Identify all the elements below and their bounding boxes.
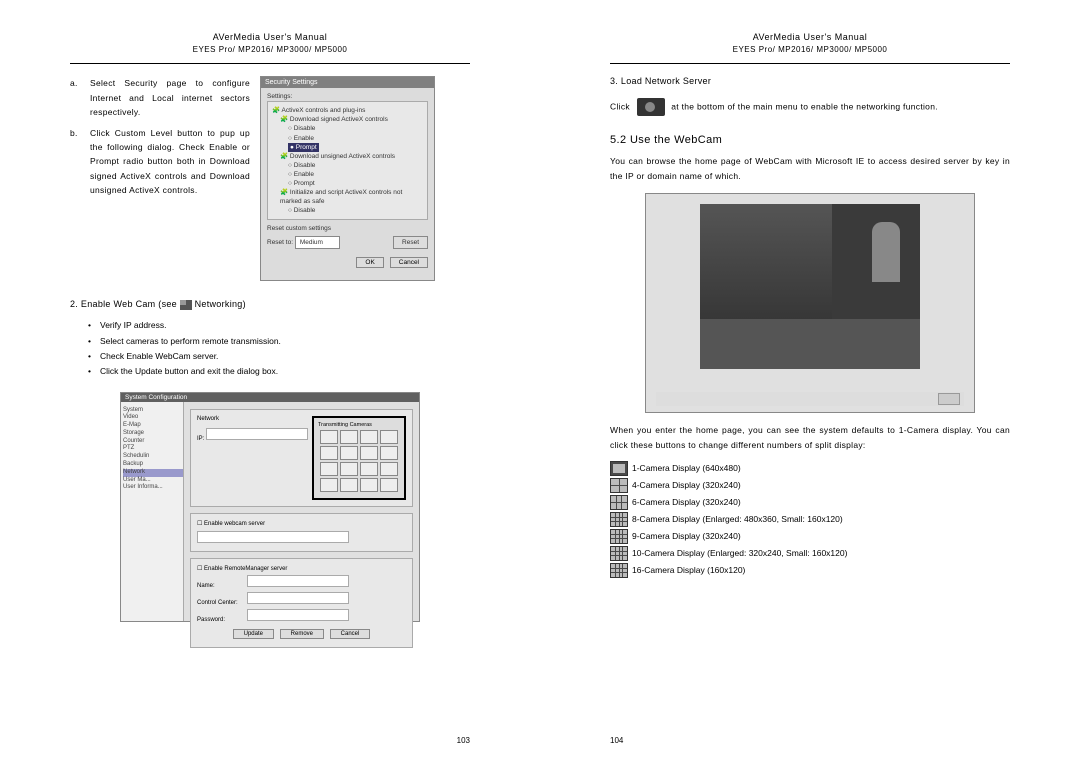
update-button[interactable]: Update bbox=[233, 629, 274, 639]
item-a-label: a. bbox=[70, 76, 90, 119]
page-header: AVerMedia User's Manual EYES Pro/ MP2016… bbox=[70, 30, 470, 64]
item-a: a. Select Security page to configure Int… bbox=[70, 76, 250, 119]
bullet-3: Check Enable WebCam server. bbox=[100, 349, 470, 364]
activex-group: 🧩 ActiveX controls and plug-ins 🧩 Downlo… bbox=[267, 101, 428, 220]
group1a-title: Download signed ActiveX controls bbox=[290, 116, 388, 123]
item-a-text: Select Security page to configure Intern… bbox=[90, 76, 250, 119]
sysconf-tree: System Video E-Map Storage Counter PTZ S… bbox=[121, 393, 184, 621]
cc-field[interactable] bbox=[247, 592, 349, 604]
bullet-1: Verify IP address. bbox=[100, 318, 470, 333]
webcam-toolbar bbox=[656, 392, 964, 406]
dialog-body: Settings: 🧩 ActiveX controls and plug-in… bbox=[261, 88, 434, 254]
ok-button[interactable]: OK bbox=[356, 257, 383, 268]
pw-field[interactable] bbox=[247, 609, 349, 621]
display-10: 10-Camera Display (Enlarged: 320x240, Sm… bbox=[632, 548, 847, 558]
network-server-icon bbox=[637, 98, 665, 116]
disable-radio-3[interactable]: Disable bbox=[288, 206, 423, 215]
display-8: 8-Camera Display (Enlarged: 480x360, Sma… bbox=[632, 514, 843, 524]
grid-4-icon bbox=[610, 478, 628, 493]
header-line-2-r: EYES Pro/ MP2016/ MP3000/ MP5000 bbox=[610, 44, 1010, 57]
prompt-radio-2[interactable]: Prompt bbox=[288, 179, 423, 188]
grid-16-icon bbox=[610, 563, 628, 578]
ws-field[interactable] bbox=[197, 531, 349, 543]
prompt-radio-selected[interactable]: Prompt bbox=[288, 143, 319, 152]
grid-8-icon bbox=[610, 512, 628, 527]
page-number-104: 104 bbox=[610, 736, 623, 745]
system-config-screenshot: System Configuration System Video E-Map … bbox=[120, 392, 420, 622]
display-1: 1-Camera Display (640x480) bbox=[632, 463, 741, 473]
grid-10-icon bbox=[610, 546, 628, 561]
display-16: 16-Camera Display (160x120) bbox=[632, 565, 745, 575]
item-b-text: Click Custom Level button to pup up the … bbox=[90, 126, 250, 198]
disable-radio[interactable]: Disable bbox=[288, 124, 423, 133]
step-2-bullets: Verify IP address. Select cameras to per… bbox=[70, 318, 470, 379]
header-line-2: EYES Pro/ MP2016/ MP3000/ MP5000 bbox=[70, 44, 470, 57]
display-mode-list: 1-Camera Display (640x480) 4-Camera Disp… bbox=[610, 460, 1010, 579]
display-4: 4-Camera Display (320x240) bbox=[632, 480, 741, 490]
sysconf-main: Network Transmitting Cameras IP: ☐ Enabl… bbox=[184, 393, 419, 621]
name-field[interactable] bbox=[247, 575, 349, 587]
manual-page-103: AVerMedia User's Manual EYES Pro/ MP2016… bbox=[0, 0, 540, 763]
group1-title: ActiveX controls and plug-ins bbox=[282, 107, 366, 114]
camera-grid: Transmitting Cameras bbox=[312, 416, 406, 500]
disable-radio-2[interactable]: Disable bbox=[288, 161, 423, 170]
item-b-label: b. bbox=[70, 126, 90, 198]
manual-page-104: AVerMedia User's Manual EYES Pro/ MP2016… bbox=[540, 0, 1080, 763]
top-section: a. Select Security page to configure Int… bbox=[70, 76, 470, 281]
webcam-video-frame bbox=[700, 204, 920, 369]
reset-custom-settings: Reset custom settings bbox=[267, 224, 428, 233]
section-5-2-text: You can browse the home page of WebCam w… bbox=[610, 154, 1010, 183]
step-3-text: Click at the bottom of the main menu to … bbox=[610, 98, 1010, 116]
grid-9-icon bbox=[610, 529, 628, 544]
grid-1-icon bbox=[610, 461, 628, 476]
page-header-right: AVerMedia User's Manual EYES Pro/ MP2016… bbox=[610, 30, 1010, 64]
after-image-text: When you enter the home page, you can se… bbox=[610, 423, 1010, 452]
webcam-toolbar-button[interactable] bbox=[938, 393, 960, 405]
cancel-button-2[interactable]: Cancel bbox=[330, 629, 371, 639]
page-number-103: 103 bbox=[457, 736, 470, 745]
enable-radio[interactable]: Enable bbox=[288, 134, 423, 143]
settings-label: Settings: bbox=[267, 92, 428, 101]
remote-manager-group: ☐ Enable RemoteManager server Name: Cont… bbox=[190, 558, 413, 648]
reset-level-select[interactable]: Medium bbox=[295, 236, 340, 249]
header-line-1-r: AVerMedia User's Manual bbox=[610, 30, 1010, 44]
group1c-title: Initialize and script ActiveX controls n… bbox=[280, 189, 402, 205]
reset-to-label: Reset to: bbox=[267, 239, 293, 246]
display-9: 9-Camera Display (320x240) bbox=[632, 531, 741, 541]
instruction-list: a. Select Security page to configure Int… bbox=[70, 76, 250, 281]
security-settings-dialog-screenshot: Security Settings Settings: 🧩 ActiveX co… bbox=[260, 76, 435, 281]
bullet-4: Click the Update button and exit the dia… bbox=[100, 364, 470, 379]
grid-6-icon bbox=[610, 495, 628, 510]
enable-radio-2[interactable]: Enable bbox=[288, 170, 423, 179]
step-2-heading: 2. Enable Web Cam (see Networking) bbox=[70, 299, 470, 310]
step-3-heading: 3. Load Network Server bbox=[610, 76, 1010, 86]
cancel-button[interactable]: Cancel bbox=[390, 257, 428, 268]
network-label: Network bbox=[197, 416, 219, 422]
section-5-2-heading: 5.2 Use the WebCam bbox=[610, 134, 1010, 146]
dialog-title: Security Settings bbox=[261, 77, 434, 88]
webcam-browser-screenshot bbox=[645, 193, 975, 413]
group1b-title: Download unsigned ActiveX controls bbox=[290, 153, 395, 160]
bullet-2: Select cameras to perform remote transmi… bbox=[100, 334, 470, 349]
remove-button[interactable]: Remove bbox=[280, 629, 324, 639]
reset-button[interactable]: Reset bbox=[393, 236, 428, 249]
display-6: 6-Camera Display (320x240) bbox=[632, 497, 741, 507]
webcam-server-group: ☐ Enable webcam server bbox=[190, 513, 413, 552]
dialog-button-row: OK Cancel bbox=[261, 255, 434, 272]
item-b: b. Click Custom Level button to pup up t… bbox=[70, 126, 250, 198]
ip-field[interactable] bbox=[206, 428, 308, 440]
header-line-1: AVerMedia User's Manual bbox=[70, 30, 470, 44]
networking-icon bbox=[180, 300, 192, 310]
